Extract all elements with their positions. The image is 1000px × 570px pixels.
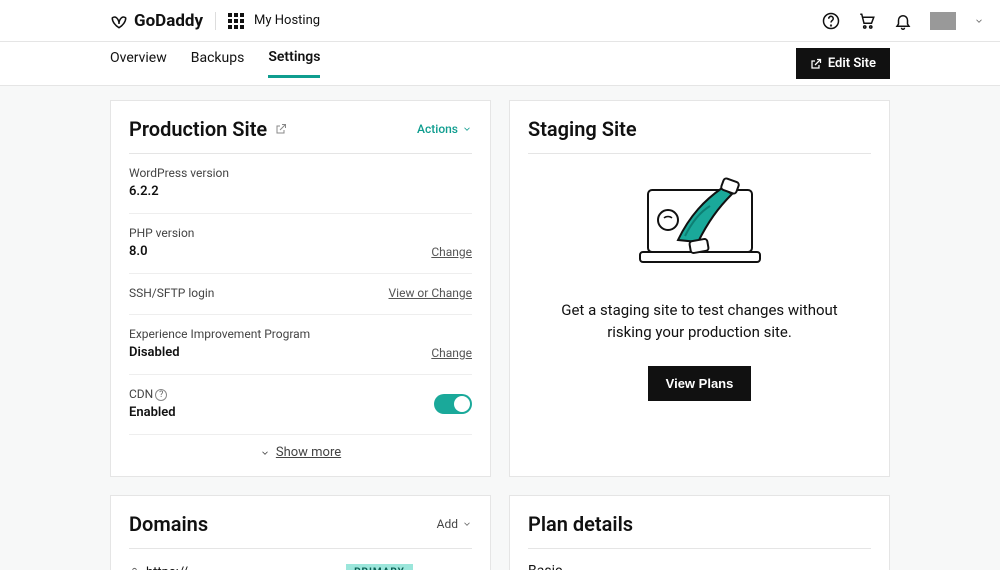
staging-description: Get a staging site to test changes witho… — [558, 300, 841, 344]
edit-site-button[interactable]: Edit Site — [796, 48, 890, 79]
tab-overview[interactable]: Overview — [110, 50, 167, 78]
php-version-value: 8.0 — [129, 244, 431, 259]
experience-row: Experience Improvement Program Disabled … — [129, 315, 472, 375]
plan-details-card: Plan details Basic — [509, 495, 890, 570]
wp-version-row: WordPress version 6.2.2 — [129, 154, 472, 214]
staging-illustration — [630, 170, 770, 270]
lock-icon — [129, 566, 140, 570]
content: Production Site Actions WordPress versio… — [0, 86, 1000, 570]
domain-row: https:// PRIMARY ••• — [129, 549, 472, 570]
breadcrumb-my-hosting[interactable]: My Hosting — [254, 13, 320, 28]
wp-version-value: 6.2.2 — [129, 184, 472, 199]
plan-title-row: Plan details — [528, 512, 871, 549]
external-link-icon — [810, 58, 822, 70]
help-icon[interactable]: ? — [155, 389, 167, 401]
chevron-down-icon — [462, 124, 472, 134]
brand-logo[interactable]: GoDaddy — [110, 11, 203, 31]
domains-card: Domains Add https:// PRIMARY ••• — [110, 495, 491, 570]
actions-label: Actions — [417, 122, 458, 136]
experience-label: Experience Improvement Program — [129, 327, 431, 341]
external-link-icon[interactable] — [275, 123, 287, 135]
experience-change-link[interactable]: Change — [431, 346, 472, 360]
tab-settings[interactable]: Settings — [268, 49, 320, 78]
experience-value: Disabled — [129, 345, 431, 360]
avatar[interactable] — [930, 12, 956, 30]
ssh-view-change-link[interactable]: View or Change — [389, 286, 472, 300]
ssh-label: SSH/SFTP login — [129, 286, 389, 300]
wp-version-label: WordPress version — [129, 166, 472, 180]
tabbar: Overview Backups Settings Edit Site — [0, 42, 1000, 86]
cdn-label: CDN? — [129, 387, 434, 401]
brand-text: GoDaddy — [134, 11, 203, 31]
godaddy-logo-icon — [110, 12, 128, 30]
cart-icon[interactable] — [858, 12, 876, 30]
view-plans-button[interactable]: View Plans — [648, 366, 752, 401]
account-chevron-icon[interactable] — [974, 16, 984, 26]
topbar: GoDaddy My Hosting — [0, 0, 1000, 42]
php-version-row: PHP version 8.0 Change — [129, 214, 472, 274]
cdn-row: CDN? Enabled — [129, 375, 472, 435]
production-title: Production Site — [129, 117, 267, 141]
tab-backups[interactable]: Backups — [191, 50, 245, 78]
ssh-row: SSH/SFTP login View or Change — [129, 274, 472, 315]
primary-badge: PRIMARY — [346, 564, 413, 570]
apps-grid-icon[interactable] — [228, 13, 244, 29]
topbar-right — [822, 12, 984, 30]
staging-title-row: Staging Site — [528, 117, 871, 154]
show-more-link[interactable]: Show more — [129, 435, 472, 460]
chevron-down-icon — [462, 519, 472, 529]
add-domain-button[interactable]: Add — [437, 517, 472, 531]
bell-icon[interactable] — [894, 12, 912, 30]
domains-title-row: Domains Add — [129, 512, 472, 549]
edit-site-label: Edit Site — [828, 56, 876, 71]
plan-title: Plan details — [528, 512, 633, 536]
domain-kebab-icon[interactable]: ••• — [453, 563, 472, 570]
chevron-down-icon — [260, 448, 270, 458]
domains-title: Domains — [129, 512, 208, 536]
domain-url[interactable]: https:// — [146, 565, 188, 570]
staging-site-card: Staging Site Get a staging site to test … — [509, 100, 890, 477]
plan-value: Basic — [528, 549, 871, 570]
production-title-row: Production Site Actions — [129, 117, 472, 154]
cdn-value: Enabled — [129, 405, 434, 420]
php-change-link[interactable]: Change — [431, 245, 472, 259]
actions-dropdown[interactable]: Actions — [417, 122, 472, 136]
cdn-toggle[interactable] — [434, 394, 472, 414]
production-site-card: Production Site Actions WordPress versio… — [110, 100, 491, 477]
divider — [215, 12, 216, 30]
help-icon[interactable] — [822, 12, 840, 30]
staging-title: Staging Site — [528, 117, 637, 141]
php-version-label: PHP version — [129, 226, 431, 240]
